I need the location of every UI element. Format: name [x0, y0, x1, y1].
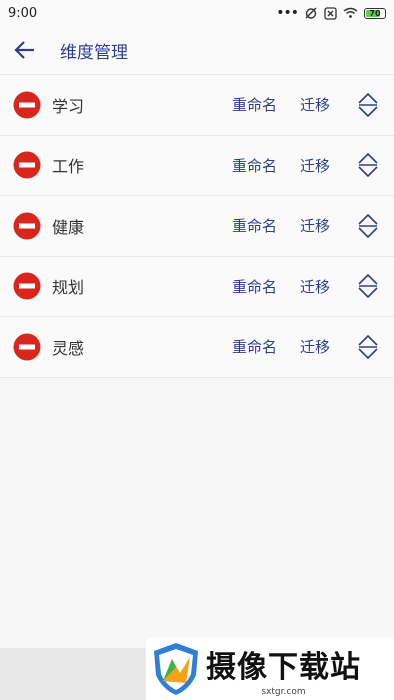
delete-button[interactable] — [13, 151, 41, 179]
sort-handle[interactable] — [356, 151, 380, 179]
dimension-list: 学习 重命名 迁移 工作 重命名 迁移 健康 重命名 迁移 规划 重命名 迁移 … — [0, 74, 394, 378]
page-title: 维度管理 — [60, 42, 128, 63]
more-dots-icon: ••• — [276, 5, 299, 21]
sort-arrows-icon — [358, 334, 378, 359]
rename-button[interactable]: 重命名 — [232, 94, 277, 115]
list-item: 健康 重命名 迁移 — [0, 196, 394, 257]
remove-circle-icon — [13, 212, 41, 240]
rename-button[interactable]: 重命名 — [232, 336, 277, 357]
delete-button[interactable] — [13, 333, 41, 361]
wifi-icon — [343, 7, 358, 18]
remove-circle-icon — [13, 272, 41, 300]
list-item-label: 灵感 — [52, 338, 85, 358]
watermark-title: 摄像下载站 — [206, 649, 361, 685]
delete-button[interactable] — [13, 91, 41, 119]
app-bar: 维度管理 — [0, 26, 394, 74]
list-item: 学习 重命名 迁移 — [0, 75, 394, 136]
move-button[interactable]: 迁移 — [300, 215, 330, 236]
list-item: 规划 重命名 迁移 — [0, 257, 394, 317]
battery-level: 70 — [369, 8, 381, 18]
watermark-url: sxtgr.com — [261, 686, 306, 697]
move-button[interactable]: 迁移 — [300, 94, 330, 115]
delete-button[interactable] — [13, 272, 41, 300]
move-button[interactable]: 迁移 — [300, 155, 330, 176]
rename-button[interactable]: 重命名 — [232, 276, 277, 297]
sort-arrows-icon — [358, 213, 378, 238]
sort-arrows-icon — [358, 92, 378, 117]
sort-handle[interactable] — [356, 212, 380, 240]
move-button[interactable]: 迁移 — [300, 336, 330, 357]
list-item-label: 工作 — [52, 157, 85, 177]
watermark-badge: 摄像下载站 sxtgr.com — [146, 638, 394, 700]
back-button[interactable] — [10, 35, 40, 65]
remove-circle-icon — [13, 151, 41, 179]
list-item: 灵感 重命名 迁移 — [0, 317, 394, 378]
sort-handle[interactable] — [356, 91, 380, 119]
rename-button[interactable]: 重命名 — [232, 155, 277, 176]
watermark-strip: 摄像下载站 sxtgr.com — [0, 638, 394, 700]
status-time: 9:00 — [8, 5, 38, 21]
status-bar: 9:00 ••• 70 — [0, 0, 394, 26]
arrow-left-icon — [14, 41, 34, 59]
alarm-off-icon — [305, 7, 317, 19]
list-item: 工作 重命名 迁移 — [0, 136, 394, 196]
sort-handle[interactable] — [356, 272, 380, 300]
list-item-label: 规划 — [52, 278, 85, 298]
shield-logo-icon — [154, 643, 198, 695]
remove-circle-icon — [13, 333, 41, 361]
rename-button[interactable]: 重命名 — [232, 215, 277, 236]
list-item-label: 健康 — [52, 217, 85, 237]
sort-arrows-icon — [358, 274, 378, 299]
remove-circle-icon — [13, 91, 41, 119]
battery-icon: 70 — [364, 7, 386, 19]
list-item-label: 学习 — [52, 96, 85, 116]
sort-handle[interactable] — [356, 333, 380, 361]
move-button[interactable]: 迁移 — [300, 276, 330, 297]
delete-button[interactable] — [13, 212, 41, 240]
status-icons: ••• 70 — [276, 5, 386, 21]
sort-arrows-icon — [358, 153, 378, 178]
sim-x-icon — [324, 6, 337, 20]
watermark-text: 摄像下载站 sxtgr.com — [206, 642, 361, 697]
